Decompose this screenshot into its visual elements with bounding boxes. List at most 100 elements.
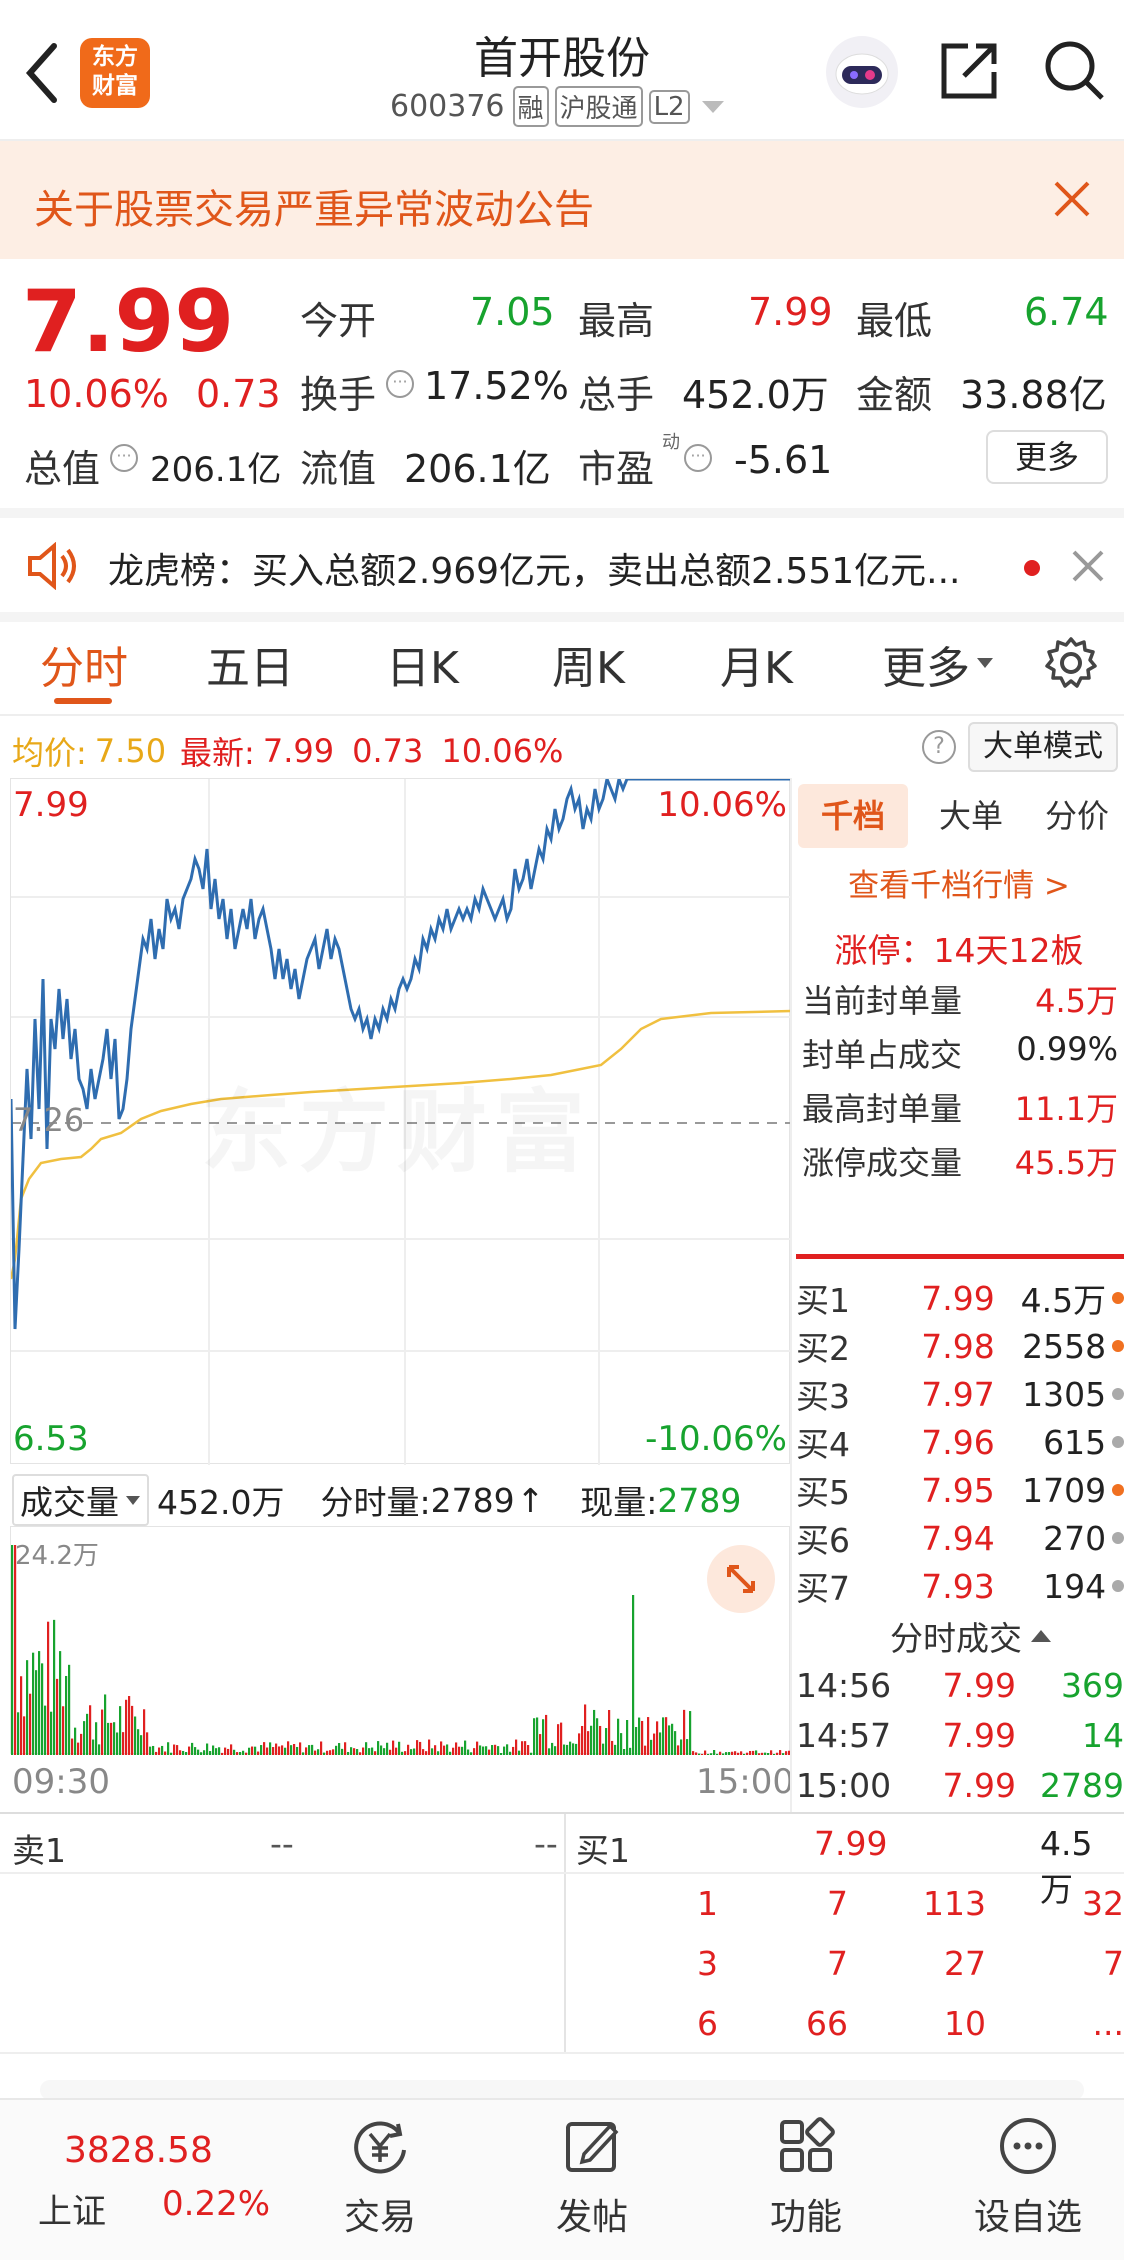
volume-bar bbox=[305, 1747, 308, 1755]
view-thousand-link[interactable]: 查看千档行情 > bbox=[792, 860, 1124, 905]
volume-bar bbox=[170, 1752, 173, 1755]
bid-volume: 615 bbox=[1043, 1422, 1107, 1462]
ticks-title[interactable]: 分时成交 bbox=[890, 1612, 1052, 1660]
amount-label: 金额 bbox=[856, 373, 933, 417]
queue-cell: 7 bbox=[827, 1944, 848, 1983]
nav-function[interactable]: 功能 bbox=[746, 2114, 866, 2254]
index-value[interactable]: 3828.58 bbox=[64, 2130, 213, 2171]
search-button[interactable] bbox=[1042, 38, 1108, 104]
tab-weekly-k[interactable]: 周K bbox=[552, 632, 625, 696]
volume-bar bbox=[266, 1747, 269, 1755]
volume-bar bbox=[119, 1706, 122, 1755]
volume-bar bbox=[752, 1750, 755, 1755]
open-label: 今开 bbox=[300, 299, 377, 343]
bid-volume: 1305 bbox=[1022, 1374, 1107, 1414]
volume-bar bbox=[383, 1748, 386, 1755]
nav-post[interactable]: 发帖 bbox=[532, 2114, 652, 2254]
notice-banner[interactable]: 关于股票交易严重异常波动公告 bbox=[0, 141, 1124, 259]
more-button[interactable]: 更多 bbox=[986, 430, 1108, 484]
bid-row[interactable]: 买1 7.99 4.5万 bbox=[796, 1274, 1124, 1322]
bid-row[interactable]: 买6 7.94 270 bbox=[796, 1514, 1124, 1562]
tab-monthly-k[interactable]: 月K bbox=[720, 632, 793, 696]
volume-bar bbox=[647, 1717, 650, 1755]
dragon-tiger-text: 龙虎榜：买入总额2.969亿元，卖出总额2.551亿元... bbox=[108, 551, 961, 592]
volume-bar bbox=[257, 1751, 260, 1755]
volume-bar bbox=[197, 1749, 200, 1755]
volume-bar bbox=[422, 1749, 425, 1755]
help-icon[interactable]: ? bbox=[922, 730, 956, 764]
float-label: 流值 bbox=[300, 447, 377, 491]
volume-bar bbox=[626, 1720, 629, 1755]
change-pct: 10.06% bbox=[24, 372, 169, 416]
volume-bar bbox=[248, 1747, 251, 1755]
bid-label: 买5 bbox=[796, 1473, 850, 1512]
tab-daily-k[interactable]: 日K bbox=[386, 632, 459, 696]
bid-dot bbox=[1112, 1340, 1124, 1352]
volume-bar bbox=[638, 1717, 641, 1755]
volume-bar bbox=[80, 1733, 83, 1755]
tab-five-day[interactable]: 五日 bbox=[206, 632, 294, 696]
chart-bottom-pct: -10.06% bbox=[645, 1419, 787, 1459]
volume-bar bbox=[185, 1752, 188, 1755]
mktcap-info-icon[interactable]: ··· bbox=[110, 444, 138, 472]
turnover-info-icon[interactable]: ··· bbox=[386, 370, 414, 398]
dragon-close-button[interactable] bbox=[1070, 548, 1106, 584]
volume-bar bbox=[584, 1704, 587, 1755]
bid-row[interactable]: 买4 7.96 615 bbox=[796, 1418, 1124, 1466]
volume-bar bbox=[449, 1751, 452, 1755]
volume-bar bbox=[182, 1750, 185, 1755]
big-order-mode-button[interactable]: 大单模式 bbox=[968, 722, 1118, 772]
orderbook-buy-label: 买1 bbox=[576, 1831, 630, 1870]
nav-add-watchlist[interactable]: 设自选 bbox=[958, 2114, 1098, 2254]
pe-label: 市盈 bbox=[578, 447, 655, 491]
robot-avatar-button[interactable] bbox=[826, 36, 898, 108]
orderbook-sell-label: 卖1 bbox=[12, 1831, 66, 1870]
side-tab-price-dist[interactable]: 分价 bbox=[1032, 784, 1122, 848]
bid-row[interactable]: 买5 7.95 1709 bbox=[796, 1466, 1124, 1514]
volume-bar bbox=[287, 1741, 290, 1755]
volume-bar bbox=[695, 1752, 698, 1755]
notice-close-button[interactable] bbox=[1052, 179, 1092, 219]
volume-bar bbox=[593, 1709, 596, 1755]
volume-dropdown[interactable]: 成交量 bbox=[12, 1474, 149, 1526]
volume-bar bbox=[23, 1716, 26, 1755]
share-button[interactable] bbox=[938, 40, 1000, 102]
volume-bar bbox=[572, 1743, 575, 1755]
volume-bar bbox=[149, 1746, 152, 1755]
pe-info-icon[interactable]: ··· bbox=[684, 444, 712, 472]
nav-add-watchlist-label: 设自选 bbox=[973, 2197, 1082, 2238]
bid-row[interactable]: 买2 7.98 2558 bbox=[796, 1322, 1124, 1370]
volume-bar bbox=[614, 1744, 617, 1755]
intraday-chart[interactable]: 7.99 10.06% 7.26 6.53 -10.06% 东方财富 bbox=[9, 773, 792, 1465]
side-tab-thousand[interactable]: 千档 bbox=[798, 784, 908, 848]
tab-intraday[interactable]: 分时 bbox=[40, 632, 128, 696]
expand-chart-button[interactable] bbox=[707, 1545, 775, 1613]
limit-stat-row: 涨停成交量 45.5万 bbox=[802, 1144, 1118, 1182]
tab-more[interactable]: 更多 bbox=[882, 632, 970, 696]
bid-volume: 1709 bbox=[1022, 1470, 1107, 1510]
volume-bar bbox=[455, 1742, 458, 1755]
volume-bar bbox=[56, 1678, 59, 1755]
volume-bar bbox=[62, 1706, 65, 1755]
volume-bar bbox=[134, 1716, 137, 1755]
stock-code-line[interactable]: 600376 融 沪股通 L2 bbox=[390, 86, 726, 127]
tick-volume: 2789 bbox=[1040, 1766, 1124, 1805]
dragon-tiger-bar[interactable]: 龙虎榜：买入总额2.969亿元，卖出总额2.551亿元... bbox=[0, 518, 1124, 614]
chart-settings-button[interactable] bbox=[1044, 636, 1098, 690]
volume-bar bbox=[269, 1742, 272, 1755]
volume-bar bbox=[671, 1723, 674, 1755]
volume-bar bbox=[260, 1745, 263, 1755]
volume-bar bbox=[482, 1746, 485, 1755]
bid-row[interactable]: 买7 7.93 194 bbox=[796, 1562, 1124, 1610]
volume-bar bbox=[137, 1729, 140, 1755]
volume-chart[interactable]: 24.2万 bbox=[10, 1526, 791, 1755]
volume-bar bbox=[764, 1752, 767, 1755]
nav-trade[interactable]: 交易 bbox=[320, 2114, 440, 2254]
bid-row[interactable]: 买3 7.97 1305 bbox=[796, 1370, 1124, 1418]
volume-bar bbox=[398, 1741, 401, 1755]
bid-label: 买1 bbox=[796, 1281, 850, 1320]
latest-change: 0.73 bbox=[352, 732, 424, 770]
volume-max-label: 24.2万 bbox=[15, 1541, 99, 1571]
side-tab-big-order[interactable]: 大单 bbox=[926, 784, 1016, 848]
tick-time: 14:57 bbox=[796, 1716, 892, 1755]
